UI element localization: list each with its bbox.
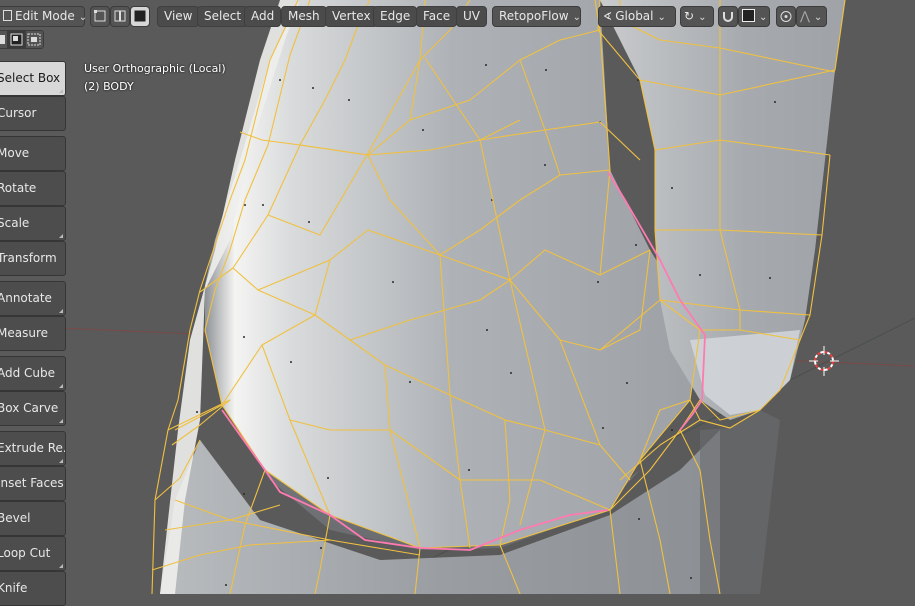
tool-label: Transform (0, 251, 57, 265)
select-mode-extend-button[interactable] (8, 30, 25, 49)
chevron-down-icon: ⌄ (572, 12, 581, 23)
tool-annotate[interactable]: Annotate (0, 281, 66, 316)
view-name-label: User Orthographic (Local) (84, 62, 226, 75)
face-select-icon (134, 10, 146, 22)
submenu-corner-icon (59, 564, 63, 568)
submenu-corner-icon (59, 419, 63, 423)
select-extend-icon (10, 33, 23, 46)
chevron-down-icon: ⌄ (759, 12, 768, 23)
tool-label: Loop Cut (0, 546, 51, 560)
edge-select-button[interactable] (110, 6, 130, 27)
falloff-curve-icon: ⋀ (800, 9, 810, 23)
submenu-corner-icon (59, 234, 63, 238)
chevron-down-icon: ⌄ (698, 12, 707, 23)
tool-label: Extrude Re... (0, 441, 65, 455)
proportional-edit-toggle[interactable] (776, 6, 796, 27)
pivot-icon: ↻ (684, 9, 695, 23)
chevron-down-icon: ⌄ (657, 12, 666, 23)
select-mode-subtract-button[interactable] (25, 30, 44, 49)
tool-inset-faces[interactable]: Inset Faces (0, 466, 66, 501)
orientation-axes-icon: ∢ (603, 10, 613, 23)
tool-extrude-region[interactable]: Extrude Re... (0, 431, 66, 466)
tool-knife[interactable]: Knife (0, 571, 66, 606)
tool-label: Rotate (0, 181, 37, 195)
submenu-corner-icon (59, 309, 63, 313)
magnet-icon (723, 12, 733, 22)
tool-move[interactable]: Move (0, 136, 66, 171)
select-set-icon (0, 35, 5, 44)
snap-increment-icon (742, 9, 755, 22)
vertex-select-icon (94, 10, 106, 22)
chevron-down-icon: ⌄ (78, 12, 88, 23)
tool-label: Inset Faces (0, 476, 64, 490)
menu-add[interactable]: Add (244, 6, 282, 27)
menu-edge[interactable]: Edge (373, 6, 418, 27)
orientation-label: Global (615, 9, 654, 23)
face-select-button[interactable] (130, 6, 150, 27)
tool-transform[interactable]: Transform (0, 241, 66, 276)
mode-label: Edit Mode (15, 9, 75, 23)
select-mode-set-button[interactable] (0, 30, 8, 49)
snap-target-dropdown[interactable]: ⌄ (738, 6, 770, 27)
tool-select-box[interactable]: Select Box (0, 61, 66, 96)
tool-box-carve[interactable]: Box Carve (0, 391, 66, 426)
tool-label: Cursor (0, 106, 37, 120)
chevron-down-icon: ⌄ (813, 12, 823, 23)
tool-label: Knife (0, 581, 28, 595)
mode-dropdown[interactable]: Edit Mode ⌄ (0, 6, 88, 27)
mesh-render (0, 0, 915, 594)
object-name-label: (2) BODY (84, 80, 134, 93)
proportional-falloff-dropdown[interactable]: ⋀ ⌄ (796, 6, 827, 27)
tool-label: Box Carve (0, 401, 59, 415)
retopoflow-label: RetopoFlow (499, 9, 569, 23)
menu-view[interactable]: View (157, 6, 200, 27)
proportional-edit-icon (780, 11, 792, 22)
tool-cursor[interactable]: Cursor (0, 96, 66, 131)
tool-add-cube[interactable]: Add Cube (0, 356, 66, 391)
tool-label: Measure (0, 326, 48, 340)
tool-label: Annotate (0, 291, 52, 305)
tool-label: Scale (0, 216, 30, 230)
snap-toggle[interactable] (718, 6, 738, 27)
transform-orientation-dropdown[interactable]: ∢ Global ⌄ (598, 6, 676, 27)
tool-scale[interactable]: Scale (0, 206, 66, 241)
tool-label: Select Box (0, 71, 61, 85)
menu-face[interactable]: Face (416, 6, 458, 27)
menu-vertex[interactable]: Vertex (325, 6, 378, 27)
edit-mode-icon (3, 10, 12, 21)
viewport-header: Edit Mode ⌄ View Select Add Mesh Vertex E… (0, 3, 915, 27)
edge-select-icon (114, 10, 126, 22)
tool-label: Move (0, 146, 30, 160)
select-subtract-icon (27, 33, 41, 46)
submenu-corner-icon (59, 89, 63, 93)
tool-label: Bevel (0, 511, 31, 525)
viewport[interactable] (0, 0, 915, 594)
submenu-corner-icon (59, 459, 63, 463)
tool-loop-cut[interactable]: Loop Cut (0, 536, 66, 571)
vertex-select-button[interactable] (90, 6, 110, 27)
tool-measure[interactable]: Measure (0, 316, 66, 351)
menu-uv[interactable]: UV (456, 6, 487, 27)
pivot-dropdown[interactable]: ↻ ⌄ (680, 6, 714, 27)
retopoflow-dropdown[interactable]: RetopoFlow ⌄ (492, 6, 581, 27)
menu-mesh[interactable]: Mesh (281, 6, 327, 27)
tool-rotate[interactable]: Rotate (0, 171, 66, 206)
submenu-corner-icon (59, 384, 63, 388)
menu-select[interactable]: Select (197, 6, 249, 27)
tool-label: Add Cube (0, 366, 56, 380)
tool-bevel[interactable]: Bevel (0, 501, 66, 536)
